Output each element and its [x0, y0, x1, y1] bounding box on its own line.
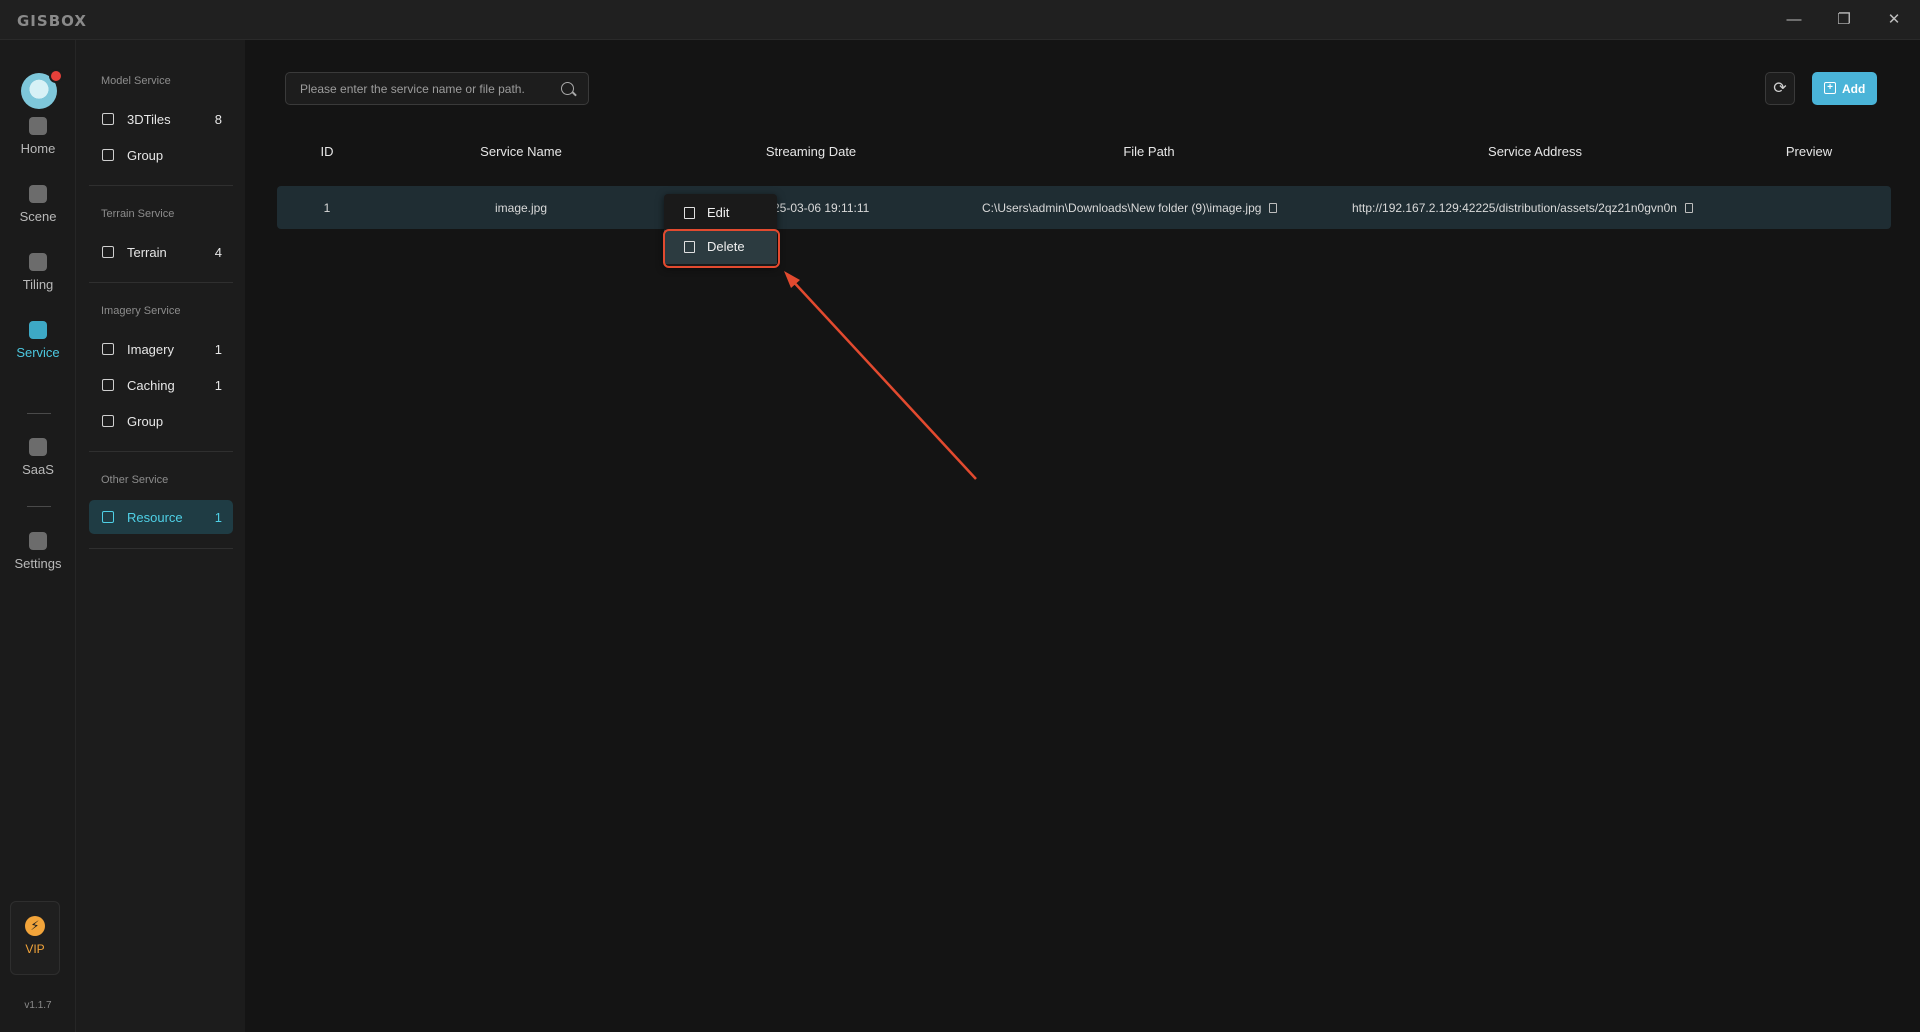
menu-item-label: Edit — [707, 205, 730, 220]
title-bar: GISBOX — ❐ ✕ — [0, 0, 1920, 40]
saas-icon — [29, 438, 47, 456]
rail-item-tiling[interactable]: Tiling — [0, 253, 76, 292]
annotation-highlight-box — [663, 229, 780, 268]
item-count: 1 — [214, 510, 222, 525]
main-panel: ⟳ + Add ID Service Name Streaming Date F… — [245, 40, 1920, 1032]
sidebar-item-caching[interactable]: Caching 1 — [89, 368, 233, 402]
sidebar-item-model-group[interactable]: Group — [89, 138, 233, 172]
maximize-button[interactable]: ❐ — [1832, 8, 1856, 32]
section-title-model: Model Service — [101, 75, 171, 87]
resource-icon — [102, 511, 114, 523]
scene-icon — [29, 185, 47, 203]
section-title-terrain: Terrain Service — [101, 208, 175, 220]
sidebar-item-label: 3DTiles — [127, 112, 171, 127]
sidebar-divider — [89, 185, 233, 186]
add-button[interactable]: + Add — [1812, 72, 1877, 105]
imagery-icon — [102, 343, 114, 355]
notification-badge — [49, 69, 63, 83]
terrain-icon — [102, 246, 114, 258]
cell-streaming-date: 25-03-06 19:11:11 — [773, 201, 870, 215]
sidebar-divider — [89, 548, 233, 549]
sidebar-divider — [89, 282, 233, 283]
close-button[interactable]: ✕ — [1882, 8, 1906, 32]
refresh-button[interactable]: ⟳ — [1765, 72, 1795, 105]
bolt-icon: ⚡ — [25, 916, 45, 936]
sidebar-item-resource[interactable]: Resource 1 — [89, 500, 233, 534]
rail-label: Scene — [19, 209, 57, 224]
menu-item-edit[interactable]: Edit — [664, 196, 777, 230]
vip-button[interactable]: ⚡ VIP — [10, 901, 60, 975]
column-header-service-address: Service Address — [1488, 144, 1582, 159]
rail-divider — [27, 413, 51, 414]
add-label: Add — [1842, 82, 1866, 96]
rail-item-scene[interactable]: Scene — [0, 185, 76, 224]
search-icon[interactable] — [561, 82, 574, 95]
section-title-imagery: Imagery Service — [101, 305, 181, 317]
sidebar-item-label: Group — [127, 414, 164, 429]
sidebar-item-imagery-group[interactable]: Group — [89, 404, 233, 438]
service-address-text: http://192.167.2.129:42225/distribution/… — [1352, 201, 1677, 215]
service-icon — [29, 321, 47, 339]
app-logo: GISBOX — [17, 12, 87, 30]
search-input[interactable] — [300, 73, 555, 104]
cell-service-name: image.jpg — [494, 201, 548, 215]
table-row[interactable]: 1 image.jpg 25-03-06 19:11:11 C:\Users\a… — [277, 186, 1891, 229]
avatar[interactable] — [21, 69, 63, 109]
column-header-service-name: Service Name — [480, 144, 562, 159]
sidebar-item-3dtiles[interactable]: 3DTiles 8 — [89, 102, 233, 136]
sidebar-item-label: Terrain — [127, 245, 167, 260]
section-title-other: Other Service — [101, 474, 169, 486]
add-icon: + — [1824, 82, 1836, 94]
column-header-preview: Preview — [1785, 144, 1833, 159]
sidebar-item-terrain[interactable]: Terrain 4 — [89, 235, 233, 269]
search-box — [285, 72, 589, 105]
sidebar-item-label: Caching — [127, 378, 175, 393]
edit-icon — [684, 207, 695, 219]
rail-item-settings[interactable]: Settings — [0, 532, 76, 571]
rail-item-home[interactable]: Home — [0, 117, 76, 156]
copy-address-icon[interactable] — [1684, 203, 1693, 213]
column-header-streaming-date: Streaming Date — [765, 144, 857, 159]
nav-rail: Home Scene Tiling Service SaaS Settings … — [0, 40, 76, 1032]
rail-item-service[interactable]: Service — [0, 321, 76, 360]
sidebar-divider — [89, 451, 233, 452]
service-sidebar: Model Service 3DTiles 8 Group Terrain Se… — [76, 40, 245, 1032]
rail-label: Home — [20, 141, 56, 156]
copy-path-icon[interactable] — [1269, 203, 1278, 213]
group-icon — [102, 415, 114, 427]
rail-item-saas[interactable]: SaaS — [0, 438, 76, 477]
home-icon — [29, 117, 47, 135]
3dtiles-icon — [102, 113, 114, 125]
file-path-text: C:\Users\admin\Downloads\New folder (9)\… — [982, 201, 1262, 215]
tiling-icon — [29, 253, 47, 271]
item-count: 1 — [214, 342, 222, 357]
minimize-button[interactable]: — — [1782, 8, 1806, 32]
rail-label: Service — [16, 345, 60, 360]
cell-service-address: http://192.167.2.129:42225/distribution/… — [1352, 201, 1693, 215]
sidebar-item-label: Group — [127, 148, 164, 163]
vip-label: VIP — [25, 942, 45, 956]
sidebar-item-label: Resource — [127, 510, 183, 525]
rail-label: Tiling — [22, 277, 54, 292]
sidebar-item-label: Imagery — [127, 342, 174, 357]
cell-file-path: C:\Users\admin\Downloads\New folder (9)\… — [982, 201, 1278, 215]
column-header-file-path: File Path — [1123, 144, 1175, 159]
rail-divider — [27, 506, 51, 507]
item-count: 8 — [214, 112, 222, 127]
rail-label: SaaS — [22, 462, 54, 477]
caching-icon — [102, 379, 114, 391]
sidebar-item-imagery[interactable]: Imagery 1 — [89, 332, 233, 366]
cell-id: 1 — [323, 201, 331, 215]
column-header-id: ID — [320, 144, 334, 159]
group-icon — [102, 149, 114, 161]
item-count: 1 — [214, 378, 222, 393]
rail-label: Settings — [14, 556, 62, 571]
version-label: v1.1.7 — [24, 1000, 52, 1011]
item-count: 4 — [214, 245, 222, 260]
settings-icon — [29, 532, 47, 550]
